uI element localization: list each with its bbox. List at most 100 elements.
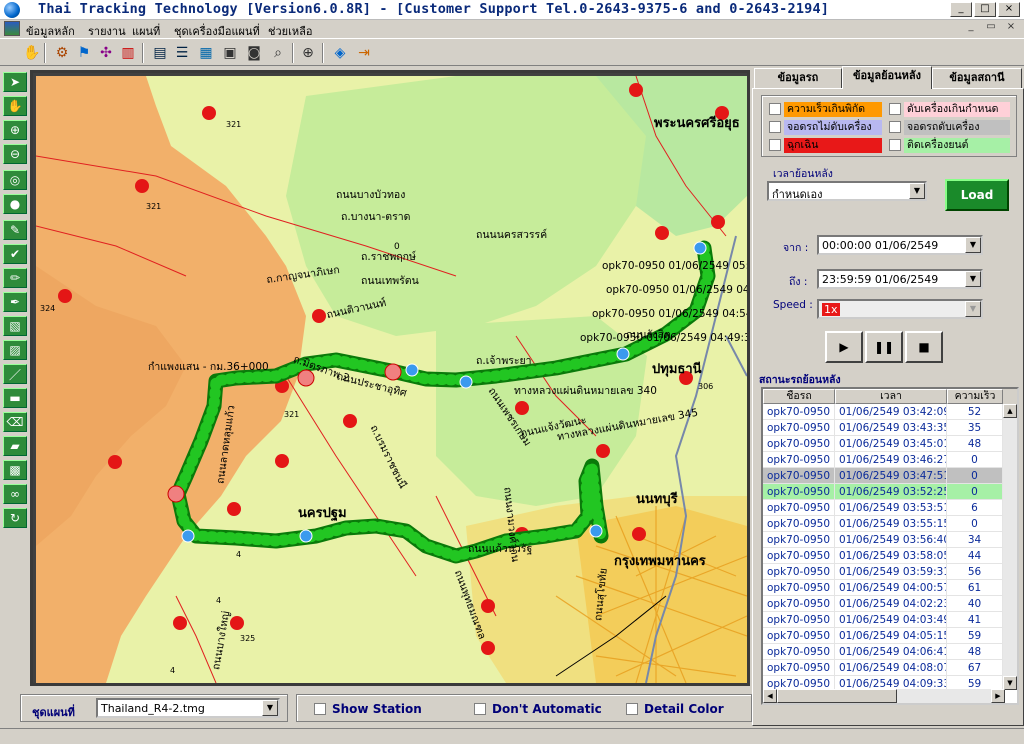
tab-history[interactable]: ข้อมูลย้อนหลัง <box>842 66 932 89</box>
check-icon[interactable]: ✔ <box>3 244 27 264</box>
chevron-down-icon[interactable]: ▼ <box>262 700 278 716</box>
scroll-thumb[interactable] <box>777 689 897 703</box>
legend-emergency[interactable]: ฉุกเฉิน <box>769 137 882 153</box>
zoom-in-icon[interactable]: ⊕ <box>3 120 27 140</box>
ruler-icon[interactable]: ▬ <box>3 388 27 408</box>
settings-icon[interactable]: ◈ <box>330 43 350 63</box>
column-header-car[interactable]: ชื่อรถ <box>763 389 835 404</box>
list-icon[interactable]: ☰ <box>172 43 192 63</box>
vehicle-icon[interactable]: ⚙ <box>52 43 72 63</box>
table-row[interactable]: opk70-0950 01/06/2549 04:08:07 67 <box>763 660 1003 676</box>
show-station-checkbox[interactable]: Show Station <box>314 702 422 716</box>
globe-center-icon[interactable]: ◎ <box>3 170 27 190</box>
route-icon[interactable]: ⚑ <box>74 43 94 63</box>
maximize-icon[interactable]: □ <box>974 2 996 17</box>
zoom-out-icon[interactable]: ⊖ <box>3 144 27 164</box>
hand-icon[interactable]: ✋ <box>22 43 42 63</box>
map-set-select[interactable]: Thailand_R4-2.tmg ▼ <box>96 698 280 718</box>
table-row[interactable]: opk70-0950 01/06/2549 04:00:57 61 <box>763 580 1003 596</box>
table-row[interactable]: opk70-0950 01/06/2549 03:56:40 34 <box>763 532 1003 548</box>
binoculars-icon[interactable]: ∞ <box>3 484 27 504</box>
print-icon[interactable]: ▩ <box>3 460 27 480</box>
chevron-down-icon[interactable]: ▼ <box>909 183 925 199</box>
polygon-icon[interactable]: ▨ <box>3 340 27 360</box>
speed-select[interactable]: 1x ▼ <box>817 299 983 319</box>
checkbox-box[interactable] <box>769 139 781 151</box>
from-datetime-input[interactable]: 00:00:00 01/06/2549 ▼ <box>817 235 983 255</box>
legend-engine-on[interactable]: ติดเครื่องยนต์ <box>889 137 1010 153</box>
chevron-down-icon[interactable]: ▼ <box>965 271 981 287</box>
table-row[interactable]: opk70-0950 01/06/2549 04:06:41 48 <box>763 644 1003 660</box>
eraser-icon[interactable]: ⌫ <box>3 412 27 432</box>
column-header-speed[interactable]: ความเร็ว <box>947 389 1003 404</box>
checkbox-box[interactable] <box>314 703 326 715</box>
calendar-icon[interactable]: ▣ <box>220 43 240 63</box>
table-row[interactable]: opk70-0950 01/06/2549 03:59:31 56 <box>763 564 1003 580</box>
chevron-down-icon[interactable]: ▼ <box>965 237 981 253</box>
checkbox-box[interactable] <box>769 121 781 133</box>
minimize-icon[interactable]: _ <box>950 2 972 17</box>
dont-automatic-checkbox[interactable]: Don't Automatic <box>474 702 602 716</box>
table-row[interactable]: opk70-0950 01/06/2549 03:58:05 44 <box>763 548 1003 564</box>
horizontal-scrollbar[interactable]: ◀ ▶ <box>763 689 1005 703</box>
to-datetime-input[interactable]: 23:59:59 01/06/2549 ▼ <box>817 269 983 289</box>
report-icon[interactable]: ▤ <box>150 43 170 63</box>
table-row[interactable]: opk70-0950 01/06/2549 03:47:51 0 <box>763 468 1003 484</box>
checkbox-box[interactable] <box>889 103 901 115</box>
table-row[interactable]: opk70-0950 01/06/2549 03:45:01 48 <box>763 436 1003 452</box>
checkbox-box[interactable] <box>889 121 901 133</box>
pencil-icon[interactable]: ✏ <box>3 268 27 288</box>
legend-engine-off-overtime[interactable]: ดับเครื่องเกินกำหนด <box>889 101 1010 117</box>
legend-parked[interactable]: จอดรถดับเครื่อง <box>889 119 1010 135</box>
table-row[interactable]: opk70-0950 01/06/2549 04:03:49 41 <box>763 612 1003 628</box>
table-row[interactable]: opk70-0950 01/06/2549 04:05:15 59 <box>763 628 1003 644</box>
table-row[interactable]: opk70-0950 01/06/2549 04:02:23 40 <box>763 596 1003 612</box>
line-icon[interactable]: ／ <box>3 364 27 384</box>
detail-color-checkbox[interactable]: Detail Color <box>626 702 724 716</box>
scroll-up-icon[interactable]: ▲ <box>1003 404 1017 418</box>
pause-button[interactable]: ❚❚ <box>865 331 903 363</box>
table-row[interactable]: opk70-0950 01/06/2549 03:46:27 0 <box>763 452 1003 468</box>
table-row[interactable]: opk70-0950 01/06/2549 03:43:35 35 <box>763 420 1003 436</box>
camera-icon[interactable]: ◙ <box>244 43 264 63</box>
column-header-time[interactable]: เวลา <box>835 389 947 404</box>
map-grid-icon[interactable]: ▦ <box>196 43 216 63</box>
stop-button[interactable]: ■ <box>905 331 943 363</box>
checkbox-box[interactable] <box>889 139 901 151</box>
app-menu-icon[interactable] <box>4 21 20 36</box>
map-view[interactable]: พระนครศรีอยุธ ปทุมธานี นนทบุรี กรุงเทพมห… <box>36 76 747 683</box>
search-map-icon[interactable]: ⌕ <box>268 43 288 63</box>
globe-full-icon[interactable]: ● <box>3 194 27 214</box>
scroll-left-icon[interactable]: ◀ <box>763 689 777 703</box>
layer-icon[interactable]: ▧ <box>3 316 27 336</box>
tracking-icon[interactable]: ✣ <box>96 43 116 63</box>
exit-icon[interactable]: ⇥ <box>354 43 374 63</box>
table-row[interactable]: opk70-0950 01/06/2549 03:42:09 52 <box>763 404 1003 420</box>
bar-chart-icon[interactable]: ▥ <box>118 43 138 63</box>
tab-station-info[interactable]: ข้อมูลสถานี <box>932 68 1022 88</box>
vertical-scrollbar[interactable]: ▲ ▼ <box>1003 404 1017 690</box>
checkbox-box[interactable] <box>769 103 781 115</box>
zoom-icon[interactable]: ⊕ <box>298 43 318 63</box>
pointer-icon[interactable]: ➤ <box>3 72 27 92</box>
checkbox-box[interactable] <box>626 703 638 715</box>
pan-hand-icon[interactable]: ✋ <box>3 96 27 116</box>
mdi-close-icon[interactable]: × <box>1002 21 1020 35</box>
mdi-restore-icon[interactable]: ▭ <box>982 21 1000 35</box>
load-button[interactable]: Load <box>945 179 1009 211</box>
mdi-minimize-icon[interactable]: _ <box>962 21 980 35</box>
measure-icon[interactable]: ✎ <box>3 220 27 240</box>
table-row[interactable]: opk70-0950 01/06/2549 03:53:51 6 <box>763 500 1003 516</box>
play-button[interactable]: ▶ <box>825 331 863 363</box>
tab-vehicle-info[interactable]: ข้อมูลรถ <box>754 68 842 88</box>
chevron-down-icon[interactable]: ▼ <box>965 301 981 317</box>
legend-idle[interactable]: จอดรถไม่ดับเครื่อง <box>769 119 882 135</box>
book-icon[interactable]: ▰ <box>3 436 27 456</box>
checkbox-box[interactable] <box>474 703 486 715</box>
legend-overspeed[interactable]: ความเร็วเกินพิกัด <box>769 101 882 117</box>
table-row[interactable]: opk70-0950 01/06/2549 03:52:25 0 <box>763 484 1003 500</box>
history-time-select[interactable]: กำหนดเอง ▼ <box>767 181 927 201</box>
close-icon[interactable]: × <box>998 2 1020 17</box>
marker-icon[interactable]: ✒ <box>3 292 27 312</box>
table-row[interactable]: opk70-0950 01/06/2549 03:55:15 0 <box>763 516 1003 532</box>
